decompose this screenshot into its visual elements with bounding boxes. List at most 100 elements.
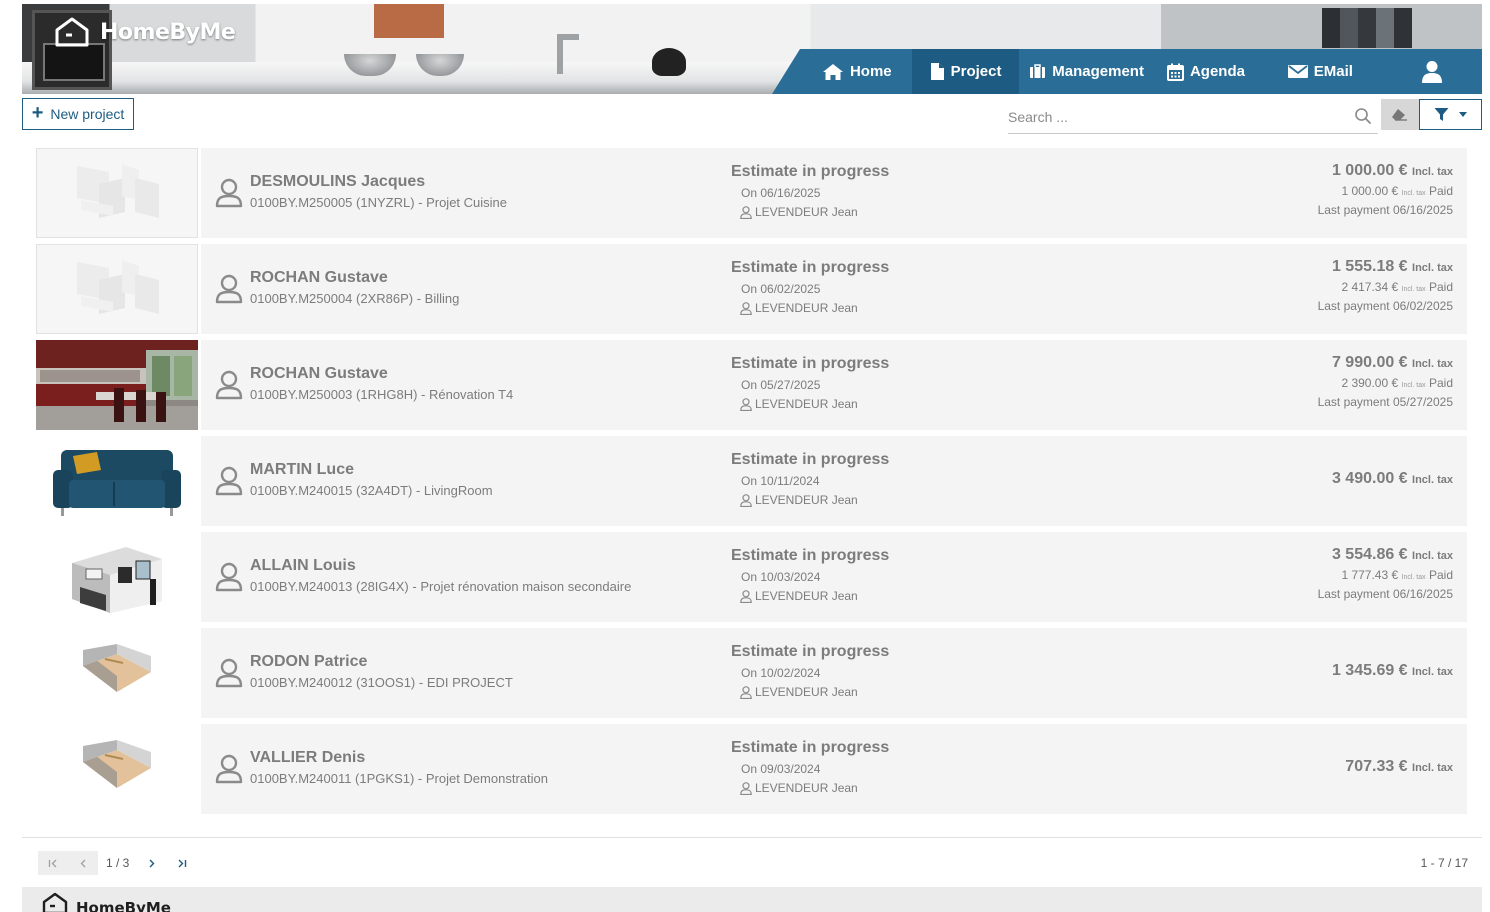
client-name: ROCHAN Gustave xyxy=(250,365,388,382)
paid-amount-line: 2 417.34 € Incl. tax Paid xyxy=(1318,280,1453,294)
nav-email-label: EMail xyxy=(1313,63,1353,80)
seller-name: LEVENDEUR Jean xyxy=(755,205,858,219)
paid-label: Paid xyxy=(1428,280,1453,294)
footer-logo[interactable]: HomeByMe xyxy=(42,889,171,912)
project-card[interactable]: MARTIN Luce 0100BY.M240015 (32A4DT) - Li… xyxy=(201,436,1467,526)
client-user-icon xyxy=(215,274,243,304)
client-name: MARTIN Luce xyxy=(250,461,354,478)
amount-value: 1 000.00 € xyxy=(1331,162,1408,179)
project-status: Estimate in progress xyxy=(731,547,890,564)
client-user-icon xyxy=(215,370,243,400)
last-page-button[interactable] xyxy=(167,851,197,875)
project-row: ROCHAN Gustave 0100BY.M250004 (2XR86P) -… xyxy=(36,244,1468,334)
project-card[interactable]: ROCHAN Gustave 0100BY.M250004 (2XR86P) -… xyxy=(201,244,1467,334)
header-banner: HomeByMe Home Project Management Agenda … xyxy=(22,4,1482,94)
house-logo-icon xyxy=(55,17,89,47)
project-reference: 0100BY.M250004 (2XR86P) - Billing xyxy=(250,291,460,306)
amount-value: 7 990.00 € xyxy=(1331,354,1408,371)
document-icon xyxy=(930,63,944,80)
project-row: DESMOULINS Jacques 0100BY.M250005 (1NYZR… xyxy=(36,148,1468,238)
nav-home[interactable]: Home xyxy=(802,49,912,94)
plus-icon: + xyxy=(31,102,44,124)
total-amount: 3 554.86 € Incl. tax xyxy=(1318,546,1453,564)
paid-tax-label: Incl. tax xyxy=(1401,382,1426,389)
nav-user-account[interactable] xyxy=(1383,49,1482,94)
project-thumbnail[interactable] xyxy=(36,148,198,238)
banner-faucet xyxy=(557,34,579,74)
project-reference: 0100BY.M250003 (1RHG8H) - Rénovation T4 xyxy=(250,387,514,402)
last-payment: Last payment 06/16/2025 xyxy=(1317,587,1453,601)
paid-amount-line: 2 390.00 € Incl. tax Paid xyxy=(1318,376,1453,390)
seller: LEVENDEUR Jean xyxy=(740,205,858,219)
paid-amount-line: 1 000.00 € Incl. tax Paid xyxy=(1318,184,1453,198)
project-card[interactable]: DESMOULINS Jacques 0100BY.M250005 (1NYZR… xyxy=(201,148,1467,238)
seller-user-icon xyxy=(740,301,752,315)
seller: LEVENDEUR Jean xyxy=(740,685,858,699)
project-thumbnail[interactable] xyxy=(36,628,198,718)
status-date: On 06/02/2025 xyxy=(741,282,821,296)
nav-email[interactable]: EMail xyxy=(1258,49,1382,94)
project-kitchen-image xyxy=(36,340,198,430)
amount-tax-label: Incl. tax xyxy=(1412,666,1453,678)
amount-tax-label: Incl. tax xyxy=(1412,550,1453,562)
prev-page-button[interactable] xyxy=(68,851,98,875)
next-page-button[interactable] xyxy=(137,851,167,875)
amount-value: 707.33 € xyxy=(1345,758,1408,775)
brand-logo[interactable]: HomeByMe xyxy=(54,16,236,48)
filter-icon xyxy=(1434,108,1449,121)
status-date: On 10/03/2024 xyxy=(741,570,821,584)
nav-management[interactable]: Management xyxy=(1019,49,1153,94)
paid-tax-label: Incl. tax xyxy=(1401,286,1426,293)
project-thumbnail[interactable] xyxy=(36,436,198,526)
status-date: On 10/11/2024 xyxy=(741,474,820,488)
new-project-button[interactable]: + New project xyxy=(22,98,134,130)
seller-name: LEVENDEUR Jean xyxy=(755,685,858,699)
total-amount: 3 490.00 € Incl. tax xyxy=(1332,470,1453,488)
project-card[interactable]: RODON Patrice 0100BY.M240012 (31OOS1) - … xyxy=(201,628,1467,718)
project-thumbnail[interactable] xyxy=(36,724,198,814)
last-payment: Last payment 05/27/2025 xyxy=(1317,395,1453,409)
total-amount: 1 000.00 € Incl. tax xyxy=(1318,162,1453,180)
nav-project-label: Project xyxy=(950,63,1002,80)
paid-label: Paid xyxy=(1428,568,1453,582)
nav-agenda[interactable]: Agenda xyxy=(1154,49,1258,94)
amount-block: 707.33 € Incl. tax xyxy=(1345,758,1453,776)
project-placeholder-image xyxy=(77,260,159,314)
project-card[interactable]: VALLIER Denis 0100BY.M240011 (1PGKS1) - … xyxy=(201,724,1467,814)
seller-user-icon xyxy=(740,493,752,507)
client-user-icon xyxy=(215,466,243,496)
nav-project[interactable]: Project xyxy=(911,49,1020,94)
project-thumbnail[interactable] xyxy=(36,340,198,430)
seller-user-icon xyxy=(740,205,752,219)
project-status: Estimate in progress xyxy=(731,355,890,372)
client-name: DESMOULINS Jacques xyxy=(250,173,426,190)
client-user-icon xyxy=(215,178,243,208)
filter-dropdown-button[interactable] xyxy=(1419,99,1482,130)
first-page-button[interactable] xyxy=(38,851,68,875)
client-user-icon xyxy=(215,658,243,688)
seller-name: LEVENDEUR Jean xyxy=(755,589,858,603)
clear-search-button[interactable] xyxy=(1381,99,1419,130)
last-payment: Last payment 06/16/2025 xyxy=(1317,203,1453,217)
amount-tax-label: Incl. tax xyxy=(1412,166,1453,178)
search-input[interactable] xyxy=(1008,102,1348,131)
total-amount: 1 345.69 € Incl. tax xyxy=(1332,662,1453,680)
amount-value: 1 345.69 € xyxy=(1331,662,1408,679)
seller-user-icon xyxy=(740,589,752,603)
project-thumbnail[interactable] xyxy=(36,532,198,622)
search-icon[interactable] xyxy=(1354,107,1372,125)
footer-brand-name: HomeByMe xyxy=(76,899,171,912)
project-thumbnail[interactable] xyxy=(36,244,198,334)
home-icon xyxy=(822,63,843,80)
seller: LEVENDEUR Jean xyxy=(740,589,858,603)
last-payment: Last payment 06/02/2025 xyxy=(1317,299,1453,313)
eraser-icon xyxy=(1392,108,1407,121)
paid-amount: 2 390.00 € xyxy=(1341,376,1399,390)
project-card[interactable]: ROCHAN Gustave 0100BY.M250003 (1RHG8H) -… xyxy=(201,340,1467,430)
project-row: RODON Patrice 0100BY.M240012 (31OOS1) - … xyxy=(36,628,1468,718)
project-card[interactable]: ALLAIN Louis 0100BY.M240013 (28IG4X) - P… xyxy=(201,532,1467,622)
nav-management-label: Management xyxy=(1052,63,1144,80)
amount-block: 3 490.00 € Incl. tax xyxy=(1332,470,1453,488)
project-empty-room-image xyxy=(83,644,151,692)
project-empty-room-image xyxy=(83,740,151,788)
